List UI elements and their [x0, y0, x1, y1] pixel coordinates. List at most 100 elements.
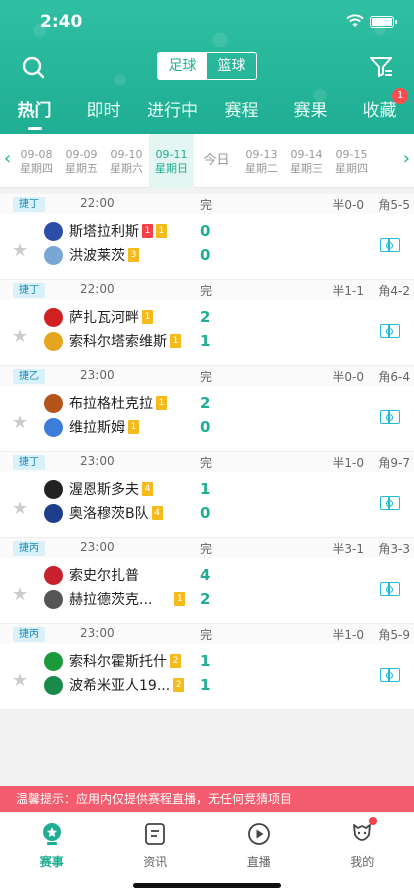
away-team: 波希米亚人19... 2: [44, 674, 185, 696]
favorite-star-icon[interactable]: ★: [12, 326, 28, 347]
away-team: 维拉斯姆 1: [44, 416, 139, 438]
chevron-left-icon[interactable]: ‹: [4, 148, 11, 169]
match-time: 23:00: [80, 626, 115, 640]
pitch-icon[interactable]: [380, 582, 400, 596]
yellow-card: 4: [142, 482, 153, 496]
league-badge: 捷丙: [13, 627, 45, 642]
date-item[interactable]: 09-08 星期四: [14, 134, 59, 188]
match-card[interactable]: 捷丙 23:00 完 半3-1 角3-3 ★ 索史尔扎普 赫拉德茨克... 1 4 2: [0, 538, 414, 624]
yellow-card: 1: [156, 396, 167, 410]
search-icon[interactable]: [20, 54, 46, 80]
favorite-star-icon[interactable]: ★: [12, 584, 28, 605]
yellow-card: 1: [156, 224, 167, 238]
favorite-star-icon[interactable]: ★: [12, 498, 28, 519]
date-selector: ‹ 09-08 星期四 09-09 星期五 09-10 星期六 09-11 星期日 今日…: [0, 134, 414, 188]
match-card[interactable]: 捷丁 22:00 完 半0-0 角5-5 ★ 斯塔拉利斯 1 1 洪波莱茨 3 0 0: [0, 194, 414, 280]
team-logo-icon: [44, 675, 63, 695]
filter-icon[interactable]: [368, 54, 394, 80]
match-status: 完: [200, 542, 213, 556]
pitch-icon[interactable]: [380, 668, 400, 682]
favorite-star-icon[interactable]: ★: [12, 240, 28, 261]
tab-hot[interactable]: 热门: [0, 96, 69, 132]
league-badge: 捷丙: [13, 541, 45, 556]
date-item[interactable]: 09-15 星期四: [329, 134, 374, 188]
trophy-icon: [42, 823, 61, 845]
tab-schedule[interactable]: 赛程: [207, 96, 276, 132]
away-score: 0: [200, 246, 211, 264]
date-strip: 09-08 星期四 09-09 星期五 09-10 星期六 09-11 星期日 今日 0…: [14, 134, 400, 188]
date-item[interactable]: 09-14 星期三: [284, 134, 329, 188]
status-bar: 2:40: [0, 0, 414, 46]
yellow-card: 4: [151, 506, 163, 520]
team-logo-icon: [44, 393, 63, 413]
home-score: 2: [200, 308, 211, 326]
away-score: 1: [200, 332, 211, 350]
sport-football[interactable]: 足球: [158, 53, 207, 79]
away-score: 2: [200, 590, 211, 608]
favorite-star-icon[interactable]: ★: [12, 670, 28, 691]
date-item-today[interactable]: 今日: [194, 134, 239, 188]
corner-count: 角3-3: [378, 542, 410, 556]
tab-favorites[interactable]: 收藏 1: [345, 88, 414, 132]
match-card[interactable]: 捷丁 22:00 完 半1-1 角4-2 ★ 萨扎瓦河畔 1 索科尔塔索维斯 1 2 1: [0, 280, 414, 366]
play-icon: [247, 823, 270, 845]
team-logo-icon: [44, 221, 63, 241]
chevron-right-icon[interactable]: ›: [403, 148, 410, 169]
league-badge: 捷乙: [13, 369, 45, 384]
home-team: 布拉格杜克拉 1: [44, 392, 167, 414]
battery-icon: [370, 16, 397, 28]
match-list: 捷丁 22:00 完半0-0 角5-5 ★ 斯塔拉利斯 1 1 洪波莱茨 3 0 0 捷丁 2…: [0, 194, 414, 710]
app-header: 2:40 足球 篮球 热门 即时 进行中 赛程 赛果 收藏 1: [0, 0, 414, 134]
match-card[interactable]: 捷乙 23:00 完 半0-0 角6-4 ★ 布拉格杜克拉 1 维拉斯姆 1 2 0: [0, 366, 414, 452]
away-team: 洪波莱茨 3: [44, 244, 139, 266]
tab-results[interactable]: 赛果: [276, 96, 345, 132]
home-score: 2: [200, 394, 211, 412]
match-status: 完: [200, 628, 213, 642]
team-logo-icon: [44, 417, 63, 437]
tab-instant[interactable]: 即时: [69, 96, 138, 132]
home-team: 索科尔霍斯托什 2: [44, 650, 181, 672]
sport-basketball[interactable]: 篮球: [207, 53, 256, 79]
home-indicator: [133, 883, 281, 888]
match-card[interactable]: 捷丁 23:00 完 半1-0 角9-7 ★ 渥恩斯多夫 4 奥洛穆茨B队 4 1 0: [0, 452, 414, 538]
home-team: 索史尔扎普: [44, 564, 139, 586]
tabbar-profile[interactable]: 我的: [311, 813, 414, 896]
yellow-card: 1: [142, 310, 153, 324]
yellow-card: 1: [128, 420, 139, 434]
yellow-card: 2: [173, 678, 185, 692]
category-tabs: 热门 即时 进行中 赛程 赛果 收藏 1: [0, 88, 414, 132]
date-item-selected[interactable]: 09-11 星期日: [149, 134, 194, 188]
match-time: 23:00: [80, 368, 115, 382]
pitch-icon[interactable]: [380, 496, 400, 510]
match-time: 23:00: [80, 540, 115, 554]
away-score: 1: [200, 676, 211, 694]
tabbar-events[interactable]: 赛事: [0, 813, 104, 896]
league-badge: 捷丁: [13, 197, 45, 212]
status-time: 2:40: [40, 12, 83, 32]
home-team: 萨扎瓦河畔 1: [44, 306, 153, 328]
favorite-star-icon[interactable]: ★: [12, 412, 28, 433]
pitch-icon[interactable]: [380, 410, 400, 424]
team-logo-icon: [44, 479, 63, 499]
team-logo-icon: [44, 331, 63, 351]
pitch-icon[interactable]: [380, 324, 400, 338]
red-card: 1: [142, 224, 153, 238]
yellow-card: 1: [170, 334, 181, 348]
home-team: 斯塔拉利斯 1 1: [44, 220, 167, 242]
match-status: 完: [200, 284, 213, 298]
date-item[interactable]: 09-09 星期五: [59, 134, 104, 188]
date-item[interactable]: 09-10 星期六: [104, 134, 149, 188]
home-score: 1: [200, 480, 211, 498]
tab-in-progress[interactable]: 进行中: [138, 96, 207, 132]
match-card[interactable]: 捷丙 23:00 完半1-0 角5-9 ★ 索科尔霍斯托什 2 波希米亚人19... 2 …: [0, 624, 414, 710]
halftime-score: 半1-0: [332, 628, 364, 642]
bottom-tab-bar: 赛事 资讯 直播 我的: [0, 812, 414, 896]
corner-count: 角5-5: [378, 198, 410, 212]
away-team: 索科尔塔索维斯 1: [44, 330, 181, 352]
yellow-card: 1: [174, 592, 186, 606]
home-team: 渥恩斯多夫 4: [44, 478, 153, 500]
date-item[interactable]: 09-13 星期二: [239, 134, 284, 188]
sport-toggle: 足球 篮球: [157, 52, 257, 80]
home-score: 4: [200, 566, 211, 584]
pitch-icon[interactable]: [380, 238, 400, 252]
